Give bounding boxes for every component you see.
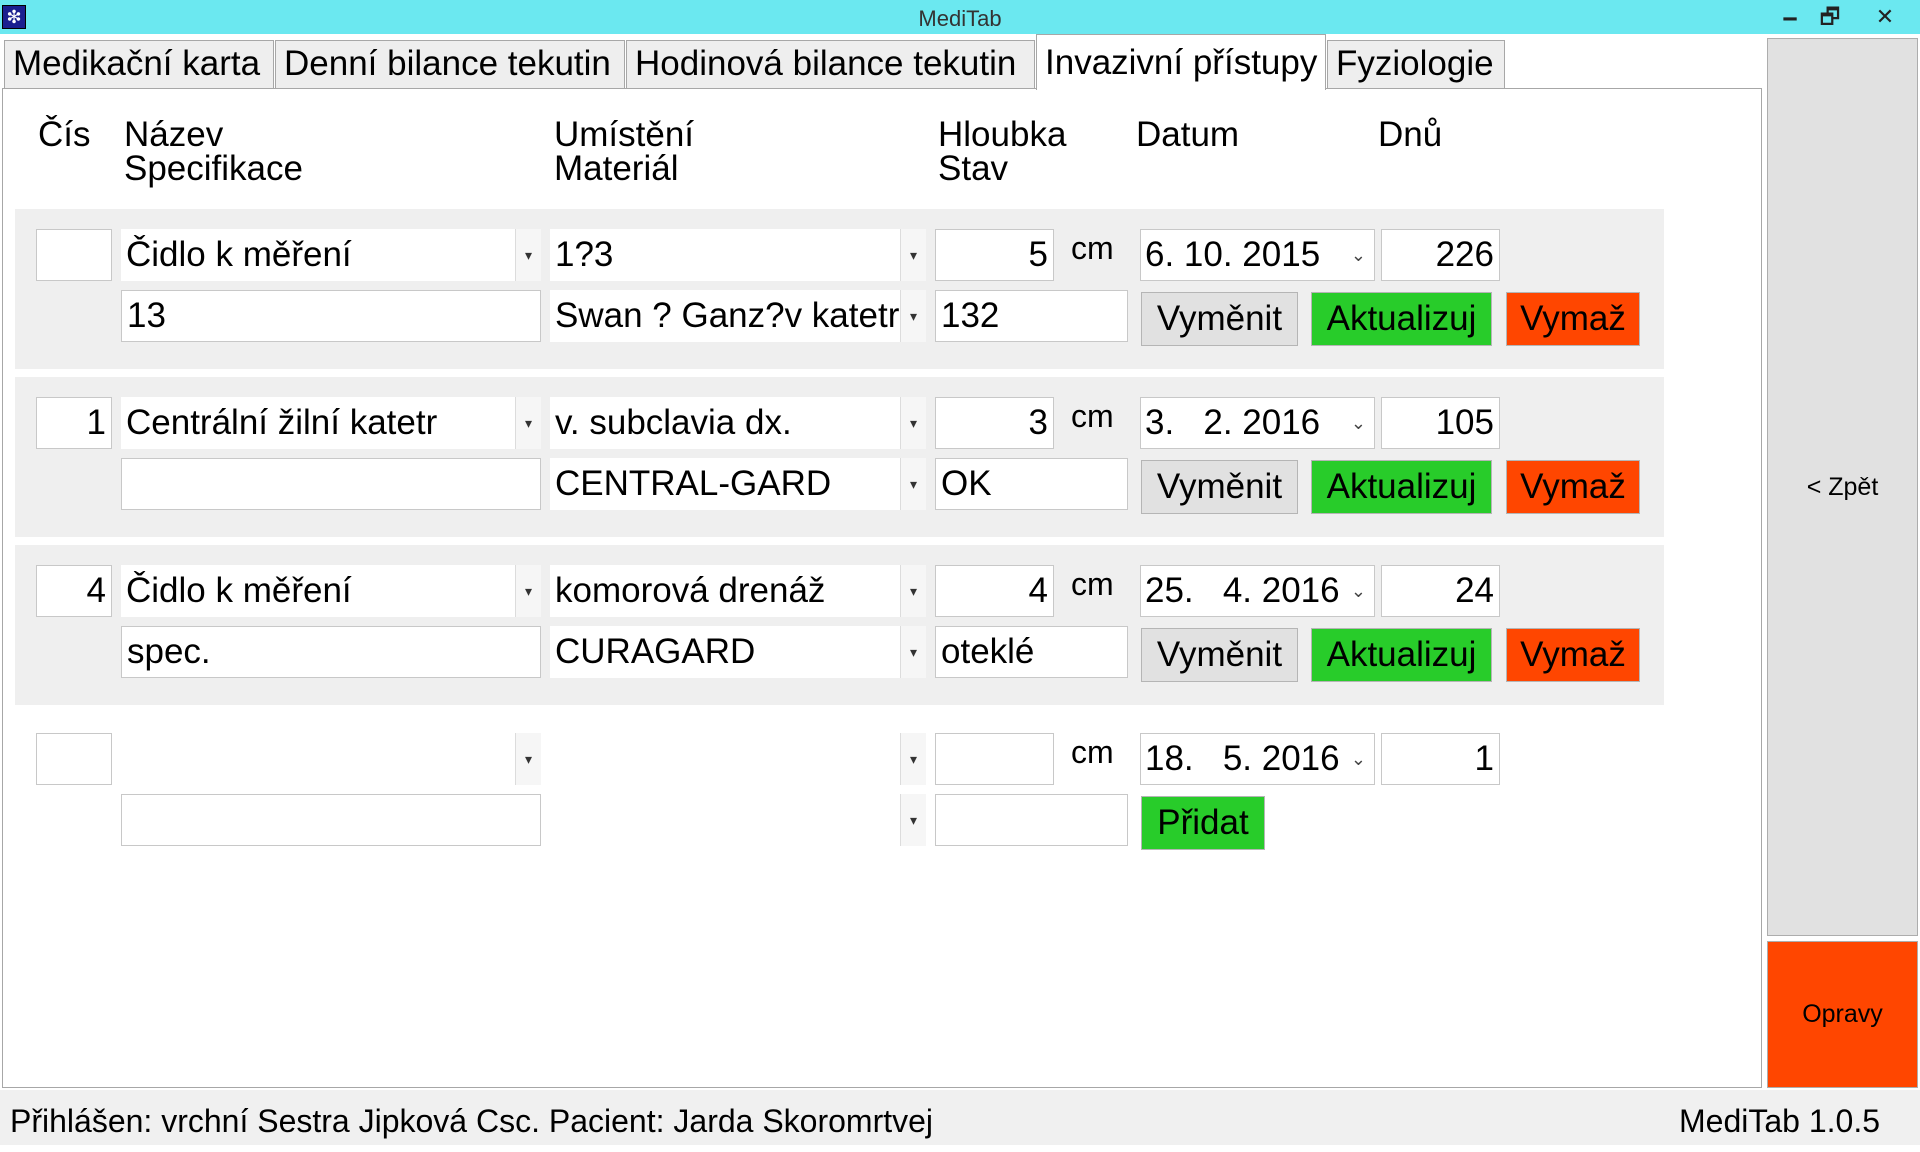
dropdown-icon[interactable]: ▾	[900, 397, 926, 449]
tab-denni-bilance[interactable]: Denní bilance tekutin	[275, 40, 625, 88]
opravy-button[interactable]: Opravy	[1767, 941, 1918, 1088]
tab-hodinova-bilance[interactable]: Hodinová bilance tekutin	[626, 40, 1035, 88]
dropdown-icon[interactable]: ▾	[900, 794, 926, 846]
new-hloubka-field[interactable]	[935, 733, 1054, 785]
umisteni-combo[interactable]: v. subclavia dx.	[550, 397, 900, 449]
date-value: 18. 5. 2016	[1145, 739, 1340, 778]
chevron-down-icon[interactable]: ⌄	[1351, 566, 1366, 616]
hloubka-field[interactable]: 5	[935, 229, 1054, 281]
new-material-combo[interactable]	[550, 794, 900, 846]
vymenit-button[interactable]: Vyměnit	[1141, 460, 1298, 514]
datum-picker[interactable]: 3. 2. 2016 ⌄	[1140, 397, 1375, 449]
tab-fyziologie[interactable]: Fyziologie	[1327, 40, 1505, 88]
new-dnu-field: 1	[1381, 733, 1500, 785]
app-version: MediTab 1.0.5	[1678, 1103, 1880, 1139]
new-cis-field[interactable]	[36, 733, 112, 785]
unit-cm: cm	[1071, 398, 1114, 434]
header-nazev: Název	[124, 115, 224, 154]
new-umisteni-combo[interactable]	[550, 733, 900, 785]
header-specifikace: Specifikace	[124, 149, 303, 188]
close-icon[interactable]: ✕	[1860, 0, 1910, 34]
vymaz-button[interactable]: Vymaž	[1506, 460, 1640, 514]
date-value: 6. 10. 2015	[1145, 235, 1321, 274]
minimize-icon[interactable]: 🗕	[1770, 0, 1810, 34]
nazev-combo[interactable]: Čidlo k měření	[121, 229, 515, 281]
pridat-button[interactable]: Přidat	[1141, 796, 1265, 850]
dropdown-icon[interactable]: ▾	[900, 229, 926, 281]
dropdown-icon[interactable]: ▾	[515, 397, 541, 449]
stav-field[interactable]: OK	[935, 458, 1128, 510]
restore-icon[interactable]: 🗗	[1810, 0, 1850, 34]
dnu-field: 105	[1381, 397, 1500, 449]
window-title: MediTab	[918, 6, 1002, 31]
hloubka-field[interactable]: 4	[935, 565, 1054, 617]
nazev-combo[interactable]: Centrální žilní katetr	[121, 397, 515, 449]
dropdown-icon[interactable]: ▾	[515, 565, 541, 617]
title-bar: ❇ MediTab 🗕 🗗 ✕	[0, 0, 1920, 34]
unit-cm: cm	[1071, 230, 1114, 266]
new-stav-field[interactable]	[935, 794, 1128, 846]
cis-field[interactable]: 1	[36, 397, 112, 449]
dropdown-icon[interactable]: ▾	[900, 290, 926, 342]
chevron-down-icon[interactable]: ⌄	[1351, 230, 1366, 280]
new-datum-picker[interactable]: 18. 5. 2016 ⌄	[1140, 733, 1375, 785]
new-nazev-combo[interactable]	[121, 733, 515, 785]
dnu-field: 226	[1381, 229, 1500, 281]
header-stav: Stav	[938, 149, 1009, 188]
aktualizuj-button[interactable]: Aktualizuj	[1311, 460, 1492, 514]
dropdown-icon[interactable]: ▾	[515, 733, 541, 785]
umisteni-combo[interactable]: komorová drenáž	[550, 565, 900, 617]
status-bar: Přihlášen: vrchní Sestra Jipková Csc. Pa…	[0, 1090, 1920, 1145]
date-value: 3. 2. 2016	[1145, 403, 1321, 442]
aktualizuj-button[interactable]: Aktualizuj	[1311, 628, 1492, 682]
unit-cm: cm	[1071, 734, 1114, 770]
vymenit-button[interactable]: Vyměnit	[1141, 628, 1298, 682]
header-hloubka: Hloubka	[938, 115, 1067, 154]
specifikace-field[interactable]: spec.	[121, 626, 541, 678]
aktualizuj-button[interactable]: Aktualizuj	[1311, 292, 1492, 346]
datum-picker[interactable]: 25. 4. 2016 ⌄	[1140, 565, 1375, 617]
header-umisteni: Umístění	[554, 115, 695, 154]
new-specifikace-field[interactable]	[121, 794, 541, 846]
material-combo[interactable]: CENTRAL-GARD	[550, 458, 900, 510]
dropdown-icon[interactable]: ▾	[900, 733, 926, 785]
stav-field[interactable]: oteklé	[935, 626, 1128, 678]
nazev-combo[interactable]: Čidlo k měření	[121, 565, 515, 617]
header-material: Materiál	[554, 149, 679, 188]
tab-invazivni-pristupy[interactable]: Invazivní přístupy	[1036, 34, 1326, 90]
vymenit-button[interactable]: Vyměnit	[1141, 292, 1298, 346]
dropdown-icon[interactable]: ▾	[900, 458, 926, 510]
cis-field[interactable]	[36, 229, 112, 281]
dropdown-icon[interactable]: ▾	[900, 565, 926, 617]
specifikace-field[interactable]: 13	[121, 290, 541, 342]
hloubka-field[interactable]: 3	[935, 397, 1054, 449]
material-combo[interactable]: Swan ? Ganz?v katetr	[550, 290, 900, 342]
material-combo[interactable]: CURAGARD	[550, 626, 900, 678]
vymaz-button[interactable]: Vymaž	[1506, 292, 1640, 346]
tab-medikacni-karta[interactable]: Medikační karta	[4, 40, 274, 88]
stav-field[interactable]: 132	[935, 290, 1128, 342]
back-button[interactable]: < Zpět	[1767, 38, 1918, 936]
chevron-down-icon[interactable]: ⌄	[1351, 734, 1366, 784]
dropdown-icon[interactable]: ▾	[515, 229, 541, 281]
cis-field[interactable]: 4	[36, 565, 112, 617]
specifikace-field[interactable]	[121, 458, 541, 510]
umisteni-combo[interactable]: 1?3	[550, 229, 900, 281]
header-dnu: Dnů	[1378, 115, 1443, 154]
chevron-down-icon[interactable]: ⌄	[1351, 398, 1366, 448]
dnu-field: 24	[1381, 565, 1500, 617]
unit-cm: cm	[1071, 566, 1114, 602]
datum-picker[interactable]: 6. 10. 2015 ⌄	[1140, 229, 1375, 281]
vymaz-button[interactable]: Vymaž	[1506, 628, 1640, 682]
header-datum: Datum	[1136, 115, 1240, 154]
date-value: 25. 4. 2016	[1145, 571, 1340, 610]
dropdown-icon[interactable]: ▾	[900, 626, 926, 678]
header-cis: Čís	[38, 115, 91, 154]
login-patient-status: Přihlášen: vrchní Sestra Jipková Csc. Pa…	[10, 1103, 934, 1139]
